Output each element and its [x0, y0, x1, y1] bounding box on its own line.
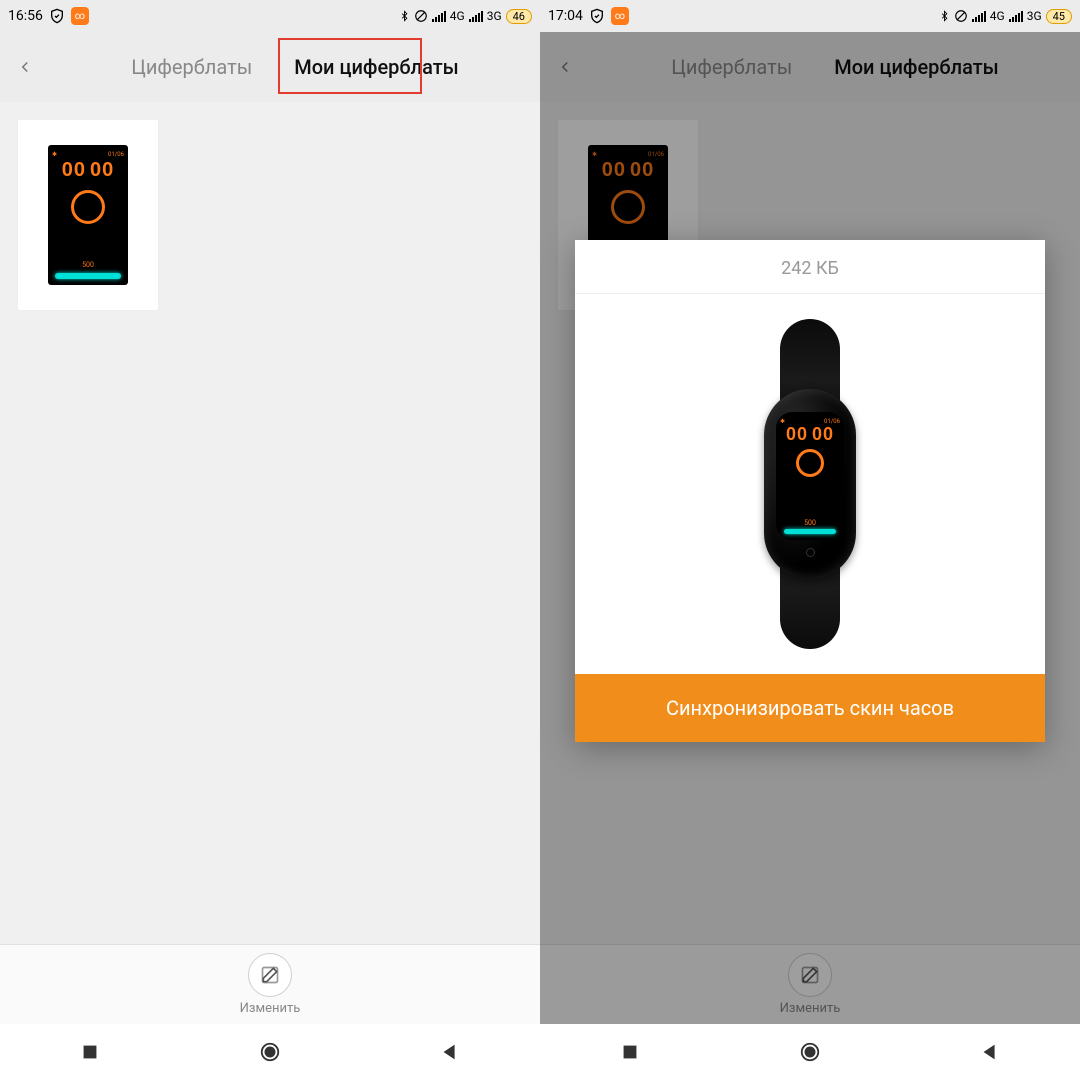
tab-watchfaces[interactable]: Циферблаты	[125, 52, 258, 82]
edit-button[interactable]	[248, 953, 292, 997]
bluetooth-icon	[939, 9, 950, 23]
edit-label: Изменить	[240, 1001, 301, 1016]
wf-min: 00	[812, 425, 834, 443]
wf-hour: 00	[62, 160, 86, 180]
watch-body: ✱01/06 00 00 500	[764, 389, 856, 579]
app-badge-icon: ∞	[611, 7, 629, 25]
signal-2-icon	[469, 10, 483, 22]
signal-2-icon	[1009, 10, 1023, 22]
status-time: 16:56	[8, 8, 43, 24]
header: Циферблаты Мои циферблаты	[0, 32, 540, 102]
dnd-icon	[414, 9, 428, 23]
edit-icon	[260, 965, 280, 985]
back-nav-button[interactable]	[979, 1041, 1001, 1063]
progress-bar-icon	[784, 529, 836, 534]
chevron-left-icon	[16, 58, 34, 76]
wf-hour: 00	[786, 425, 808, 443]
status-bar: 16:56 ∞ 4G 3G 46	[0, 0, 540, 32]
signal-1-icon	[432, 10, 446, 22]
screenshot-left: 16:56 ∞ 4G 3G 46	[0, 0, 540, 1080]
wf-date: 01/06	[108, 151, 124, 158]
app-badge-icon: ∞	[71, 7, 89, 25]
shield-icon	[589, 8, 605, 24]
battery-indicator: 46	[506, 9, 532, 24]
watch-screen: ✱01/06 00 00 500	[776, 412, 844, 540]
shield-icon	[49, 8, 65, 24]
network-1-label: 4G	[990, 9, 1005, 23]
footer: Изменить	[0, 944, 540, 1024]
home-indicator-icon	[806, 548, 815, 557]
back-button[interactable]	[0, 58, 50, 76]
network-2-label: 3G	[1027, 9, 1042, 23]
watchface-preview: ✱01/06 00 00 500	[48, 145, 128, 285]
wf-steps: 500	[82, 261, 94, 269]
content-area: ✱01/06 00 00 500	[0, 102, 540, 944]
recent-apps-button[interactable]	[79, 1041, 101, 1063]
bluetooth-icon	[399, 9, 410, 23]
wf-steps: 500	[804, 519, 816, 527]
back-nav-button[interactable]	[439, 1041, 461, 1063]
android-navbar	[0, 1024, 540, 1080]
annotation-highlight	[278, 38, 422, 94]
android-navbar	[540, 1024, 1080, 1080]
sync-button[interactable]: Синхронизировать скин часов	[575, 674, 1045, 742]
activity-ring-icon	[71, 190, 105, 224]
signal-1-icon	[972, 10, 986, 22]
recent-apps-button[interactable]	[619, 1041, 641, 1063]
status-time: 17:04	[548, 8, 583, 24]
status-bar: 17:04 ∞ 4G 3G 45	[540, 0, 1080, 32]
watchface-modal: 242 КБ ✱01/06 00 00 500	[575, 240, 1045, 742]
device-preview: ✱01/06 00 00 500	[575, 294, 1045, 674]
home-button[interactable]	[799, 1041, 821, 1063]
progress-bar-icon	[55, 273, 121, 279]
wf-min: 00	[90, 160, 114, 180]
home-button[interactable]	[259, 1041, 281, 1063]
dnd-icon	[954, 9, 968, 23]
file-size-label: 242 КБ	[575, 240, 1045, 294]
network-1-label: 4G	[450, 9, 465, 23]
network-2-label: 3G	[487, 9, 502, 23]
activity-ring-icon	[796, 449, 824, 477]
battery-indicator: 45	[1046, 9, 1072, 24]
screenshot-right: 17:04 ∞ 4G 3G 45	[540, 0, 1080, 1080]
watchface-thumbnail[interactable]: ✱01/06 00 00 500	[18, 120, 158, 310]
